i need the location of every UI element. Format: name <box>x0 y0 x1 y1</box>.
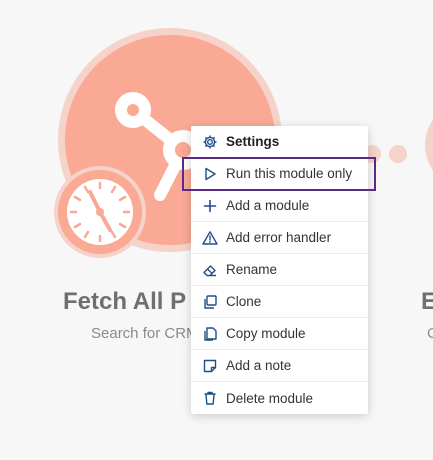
play-icon <box>202 166 218 182</box>
menu-item-label: Rename <box>226 262 278 277</box>
menu-item-add-a-module[interactable]: Add a module <box>191 190 368 222</box>
clone-icon <box>202 294 218 310</box>
menu-item-label: Delete module <box>226 390 314 406</box>
menu-item-rename[interactable]: Rename <box>191 254 368 286</box>
module-context-menu: Settings Run this module only Add a modu… <box>191 126 368 414</box>
warning-icon <box>202 230 218 246</box>
menu-item-label: Add error handler <box>226 230 332 245</box>
plus-icon <box>202 198 218 214</box>
connector-dot <box>389 145 407 163</box>
menu-item-add-error-handler[interactable]: Add error handler <box>191 222 368 254</box>
menu-item-label: Run this module only <box>226 166 353 181</box>
copy-icon <box>202 326 218 342</box>
module-description: Search for CRM <box>91 325 199 342</box>
gear-icon <box>202 134 218 150</box>
trash-icon <box>202 390 218 406</box>
eraser-icon <box>202 262 218 278</box>
clock-icon[interactable] <box>54 166 146 258</box>
menu-item-clone[interactable]: Clone <box>191 286 368 318</box>
next-module-circle[interactable] <box>425 100 433 190</box>
menu-item-copy-module[interactable]: Copy module <box>191 318 368 350</box>
menu-item-label: Add a note <box>226 358 292 373</box>
menu-item-label: Settings <box>226 134 280 149</box>
next-module-description: C <box>427 325 433 342</box>
menu-item-label: Copy module <box>226 326 306 341</box>
menu-item-run-this-module-only[interactable]: Run this module only <box>191 158 368 190</box>
next-module-name[interactable]: E <box>421 288 433 316</box>
menu-item-settings[interactable]: Settings <box>191 126 368 158</box>
module-name[interactable]: Fetch All P <box>63 288 186 316</box>
menu-item-add-a-note[interactable]: Add a note <box>191 350 368 382</box>
note-icon <box>202 358 218 374</box>
menu-item-delete-module[interactable]: Delete module <box>191 382 368 414</box>
menu-item-label: Clone <box>226 294 262 309</box>
menu-item-label: Add a module <box>226 198 310 213</box>
